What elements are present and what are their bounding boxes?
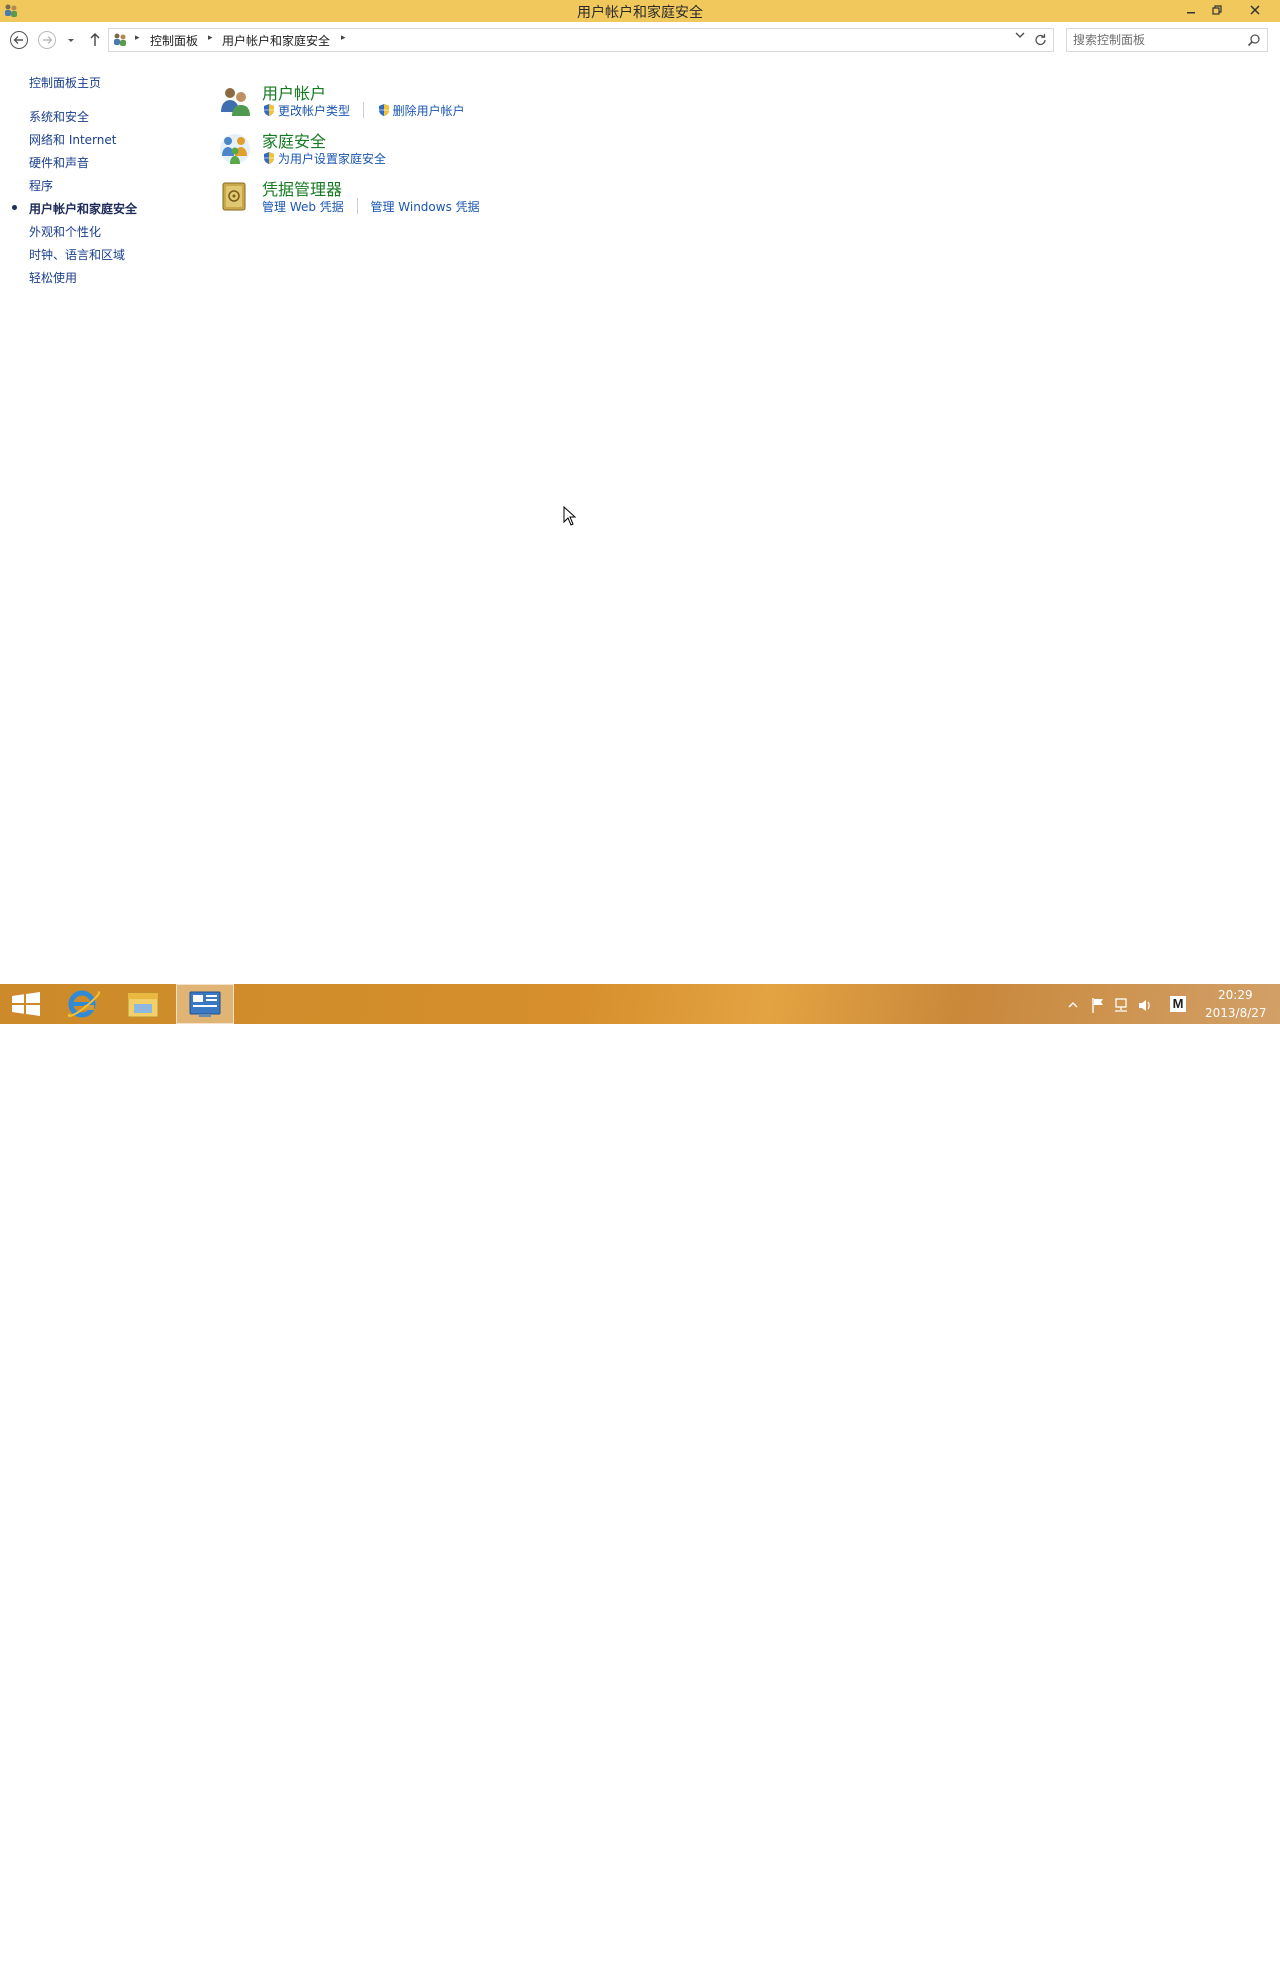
restore-icon <box>1212 5 1222 15</box>
credential-manager-icon[interactable] <box>218 180 252 214</box>
manage-web-credentials-link[interactable]: 管理 Web 凭据 <box>262 198 344 215</box>
title-bar: 用户帐户和家庭安全 <box>0 0 1280 22</box>
sidebar-item-hardware-sound[interactable]: 硬件和声音 <box>29 154 89 171</box>
clock-time[interactable]: 20:29 <box>1218 988 1253 1002</box>
action-center-flag-icon <box>1092 998 1103 1013</box>
sidebar-item-appearance[interactable]: 外观和个性化 <box>29 223 101 240</box>
category-links: 更改帐户类型 删除用户帐户 <box>262 102 465 120</box>
uac-shield-icon <box>264 152 274 164</box>
watermark-text: The Collection Book <box>1030 1967 1189 1986</box>
network-tray[interactable] <box>1112 996 1130 1014</box>
back-arrow-icon <box>10 31 28 49</box>
link-divider <box>356 198 358 214</box>
close-icon <box>1250 5 1260 15</box>
minimize-button[interactable] <box>1178 0 1204 20</box>
taskbar: The Collection Book M <box>0 984 1280 1986</box>
start-button[interactable] <box>0 984 56 1024</box>
forward-arrow-icon <box>38 31 56 49</box>
control-panel-users-icon <box>114 33 126 46</box>
search-icon[interactable] <box>1247 33 1261 47</box>
uac-shield-icon <box>264 104 274 116</box>
file-explorer-icon <box>127 992 159 1018</box>
refresh-icon <box>1035 34 1046 46</box>
minimize-icon <box>1187 12 1195 14</box>
ime-icon: M <box>1170 996 1186 1012</box>
category-title-family-safety[interactable]: 家庭安全 <box>262 128 326 152</box>
category-links: 为用户设置家庭安全 <box>262 150 386 168</box>
show-hidden-icons-button[interactable] <box>1066 996 1080 1014</box>
sidebar-item-system-security[interactable]: 系统和安全 <box>29 108 89 125</box>
link-label: 为用户设置家庭安全 <box>278 152 387 166</box>
search-box[interactable] <box>1066 28 1268 52</box>
family-safety-icon[interactable] <box>218 132 252 166</box>
recent-locations-button[interactable] <box>64 30 78 50</box>
restore-button[interactable] <box>1204 0 1230 20</box>
control-panel-taskbar-button[interactable] <box>176 984 234 1024</box>
navigation-bar: ▸ 控制面板 ▸ 用户帐户和家庭安全 ▸ <box>0 22 1280 58</box>
active-bullet <box>12 205 17 210</box>
control-panel-icon <box>189 991 221 1017</box>
volume-icon <box>1139 1000 1150 1011</box>
file-explorer-button[interactable] <box>116 984 172 1024</box>
delete-user-account-link[interactable]: 删除用户帐户 <box>377 102 465 119</box>
chevron-down-icon <box>68 39 74 42</box>
volume-tray[interactable] <box>1136 996 1154 1014</box>
address-bar[interactable]: ▸ 控制面板 ▸ 用户帐户和家庭安全 ▸ <box>108 28 1030 52</box>
sidebar-item-control-panel-home[interactable]: 控制面板主页 <box>29 74 101 91</box>
breadcrumb-separator-icon[interactable]: ▸ <box>208 33 213 43</box>
link-divider <box>362 102 364 118</box>
windows-logo-icon <box>12 992 40 1016</box>
close-button[interactable] <box>1232 0 1278 20</box>
category-links: 管理 Web 凭据 管理 Windows 凭据 <box>262 198 480 216</box>
uac-shield-icon <box>378 104 389 116</box>
up-arrow-icon <box>90 33 100 46</box>
breadcrumb-separator-icon[interactable]: ▸ <box>341 33 346 43</box>
address-dropdown-button[interactable] <box>1014 29 1026 41</box>
breadcrumb-separator-icon[interactable]: ▸ <box>135 33 140 43</box>
refresh-button[interactable] <box>1029 28 1054 52</box>
breadcrumb-control-panel[interactable]: 控制面板 <box>150 32 198 49</box>
internet-explorer-button[interactable] <box>56 984 112 1024</box>
manage-windows-credentials-link[interactable]: 管理 Windows 凭据 <box>370 198 479 215</box>
mouse-cursor-icon <box>563 506 577 526</box>
window-title: 用户帐户和家庭安全 <box>577 5 703 21</box>
ime-indicator[interactable]: M <box>1170 996 1186 1014</box>
up-button[interactable] <box>85 30 105 50</box>
sidebar-item-clock-language-region[interactable]: 时钟、语言和区域 <box>29 246 125 263</box>
link-label: 更改帐户类型 <box>278 104 351 118</box>
link-label: 删除用户帐户 <box>392 104 465 118</box>
sidebar-item-programs[interactable]: 程序 <box>29 177 53 194</box>
chevron-up-icon <box>1068 1002 1078 1008</box>
breadcrumb-user-accounts[interactable]: 用户帐户和家庭安全 <box>222 32 330 49</box>
category-title-user-accounts[interactable]: 用户帐户 <box>262 80 326 104</box>
back-button[interactable] <box>9 30 29 50</box>
search-input[interactable] <box>1073 32 1238 48</box>
user-accounts-icon[interactable] <box>218 84 252 118</box>
category-title-credential-manager[interactable]: 凭据管理器 <box>262 176 342 200</box>
sidebar-item-user-accounts[interactable]: 用户帐户和家庭安全 <box>29 200 137 217</box>
sidebar-item-ease-of-access[interactable]: 轻松使用 <box>29 269 77 286</box>
action-center-tray[interactable] <box>1090 996 1106 1014</box>
sidebar-item-network-internet[interactable]: 网络和 Internet <box>29 131 116 148</box>
clock-date[interactable]: 2013/8/27 <box>1205 1006 1267 1020</box>
change-account-type-link[interactable]: 更改帐户类型 <box>262 102 350 119</box>
internet-explorer-icon <box>68 990 100 1018</box>
network-icon <box>1115 998 1127 1012</box>
chevron-down-icon <box>1015 32 1025 38</box>
forward-button[interactable] <box>37 30 57 50</box>
setup-family-safety-link[interactable]: 为用户设置家庭安全 <box>262 150 386 167</box>
